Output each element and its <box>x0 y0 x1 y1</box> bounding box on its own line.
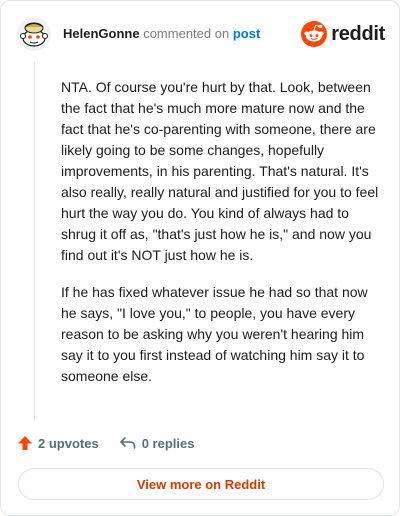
reddit-wordmark: reddit <box>331 22 385 45</box>
view-more-button[interactable]: View more on Reddit <box>18 468 384 500</box>
snoo-avatar-icon <box>17 17 51 51</box>
upvote-button[interactable]: 2 upvotes <box>17 435 99 451</box>
comment-paragraph: If he has fixed whatever issue he had so… <box>61 284 368 384</box>
upvote-count: 2 upvotes <box>38 435 99 451</box>
reply-arrow-icon <box>119 437 135 449</box>
thread-line <box>34 61 35 421</box>
comment-footer: 2 upvotes 0 replies <box>17 433 214 453</box>
user-avatar[interactable] <box>17 17 51 51</box>
reddit-alien-icon <box>301 21 328 47</box>
reply-count: 0 replies <box>141 435 195 451</box>
comment-embed-card: HelenGonne commented on post reddit NTA.… <box>0 0 400 516</box>
comment-body: NTA. Of course you're hurt by that. Look… <box>61 77 383 403</box>
comment-paragraph: NTA. Of course you're hurt by that. Look… <box>61 79 379 263</box>
author-name[interactable]: HelenGonne <box>63 26 140 41</box>
author-line: HelenGonne commented on post <box>63 26 260 41</box>
post-link[interactable]: post <box>233 26 260 41</box>
comment-header: HelenGonne commented on post reddit <box>17 17 385 51</box>
reply-button[interactable]: 0 replies <box>119 435 195 451</box>
reddit-logo[interactable]: reddit <box>301 19 385 49</box>
action-text: commented on <box>143 26 230 41</box>
arrow-up-icon <box>18 436 32 450</box>
